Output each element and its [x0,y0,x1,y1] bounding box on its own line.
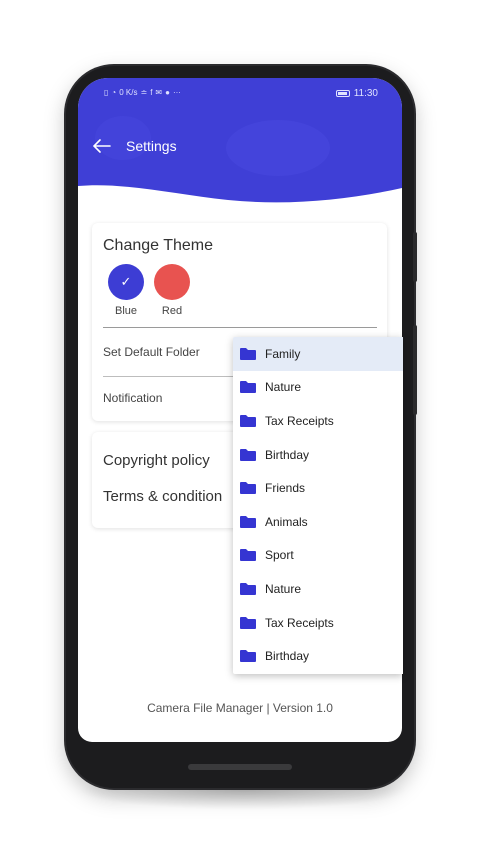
folder-option[interactable]: Animals [233,505,403,539]
theme-option-blue[interactable]: ✓ [108,264,144,300]
folder-option-label: Tax Receipts [265,413,334,428]
folder-icon [240,448,256,461]
folder-icon [240,616,256,629]
status-right: 11:30 [335,87,378,99]
status-time: 11:30 [353,87,378,99]
folder-option[interactable]: Birthday [233,438,403,472]
mail-icon: ✉ [155,88,163,97]
folder-option[interactable]: Tax Receipts [233,404,403,438]
folder-icon [240,515,256,528]
folder-option[interactable]: Birthday [233,639,403,673]
back-arrow-icon[interactable] [92,136,112,156]
folder-icon [240,650,256,663]
status-icons: ▯ ◔ 0 K/s ≐ f ✉ ● ··· [104,89,181,97]
folder-icon [240,381,256,394]
folder-option-label: Family [265,346,301,361]
folder-icon [240,482,256,495]
network-speed: 0 K/s [119,88,138,97]
notification-row[interactable]: Notification [103,391,162,405]
folder-option-label: Friends [265,481,306,496]
volume-button [413,232,417,282]
divider [103,376,233,377]
folder-option-label: Tax Receipts [265,615,334,630]
folder-option-label: Animals [265,514,308,529]
wifi-icon: ◔ [111,88,117,97]
folder-option-label: Birthday [265,447,310,462]
folder-icon [240,414,256,427]
folder-icon [240,549,256,562]
version-footer: Camera File Manager | Version 1.0 [147,701,333,715]
power-button [413,325,417,415]
app-bar: Settings [92,134,177,158]
folder-option[interactable]: Nature [233,371,403,405]
folder-option[interactable]: Nature [233,572,403,606]
folder-option-label: Sport [265,548,294,563]
page-title: Settings [126,138,177,154]
folder-icon [240,582,256,595]
folder-option[interactable]: Family [233,337,403,371]
terms-link[interactable]: Terms & condition [103,488,222,505]
divider [103,327,377,328]
status-bar: ▯ ◔ 0 K/s ≐ f ✉ ● ··· 11:30 [78,84,402,102]
folder-option[interactable]: Tax Receipts [233,606,403,640]
copyright-policy-link[interactable]: Copyright policy [103,452,210,469]
app-icon: ● [165,88,170,97]
folder-option[interactable]: Friends [233,471,403,505]
home-indicator[interactable] [188,764,292,770]
folder-option-label: Nature [265,581,302,596]
facebook-icon: f [150,88,153,97]
folder-option[interactable]: Sport [233,539,403,573]
folder-dropdown-menu: Family Nature Tax Receipts Birthday Friends A… [233,337,403,674]
sim-icon: ▯ [104,88,109,97]
theme-option-red[interactable] [154,264,190,300]
theme-label-blue: Blue [114,305,138,317]
folder-option-label: Nature [265,380,302,395]
usb-icon: ≐ [140,88,148,97]
set-default-folder-row[interactable]: Set Default Folder [103,345,200,359]
theme-card-title: Change Theme [103,237,213,254]
checkmark-icon: ✓ [120,274,132,289]
folder-icon [240,347,256,360]
folder-option-label: Birthday [265,649,310,664]
battery-icon [335,89,350,97]
theme-label-red: Red [161,305,183,317]
more-dots-icon: ··· [172,88,181,97]
